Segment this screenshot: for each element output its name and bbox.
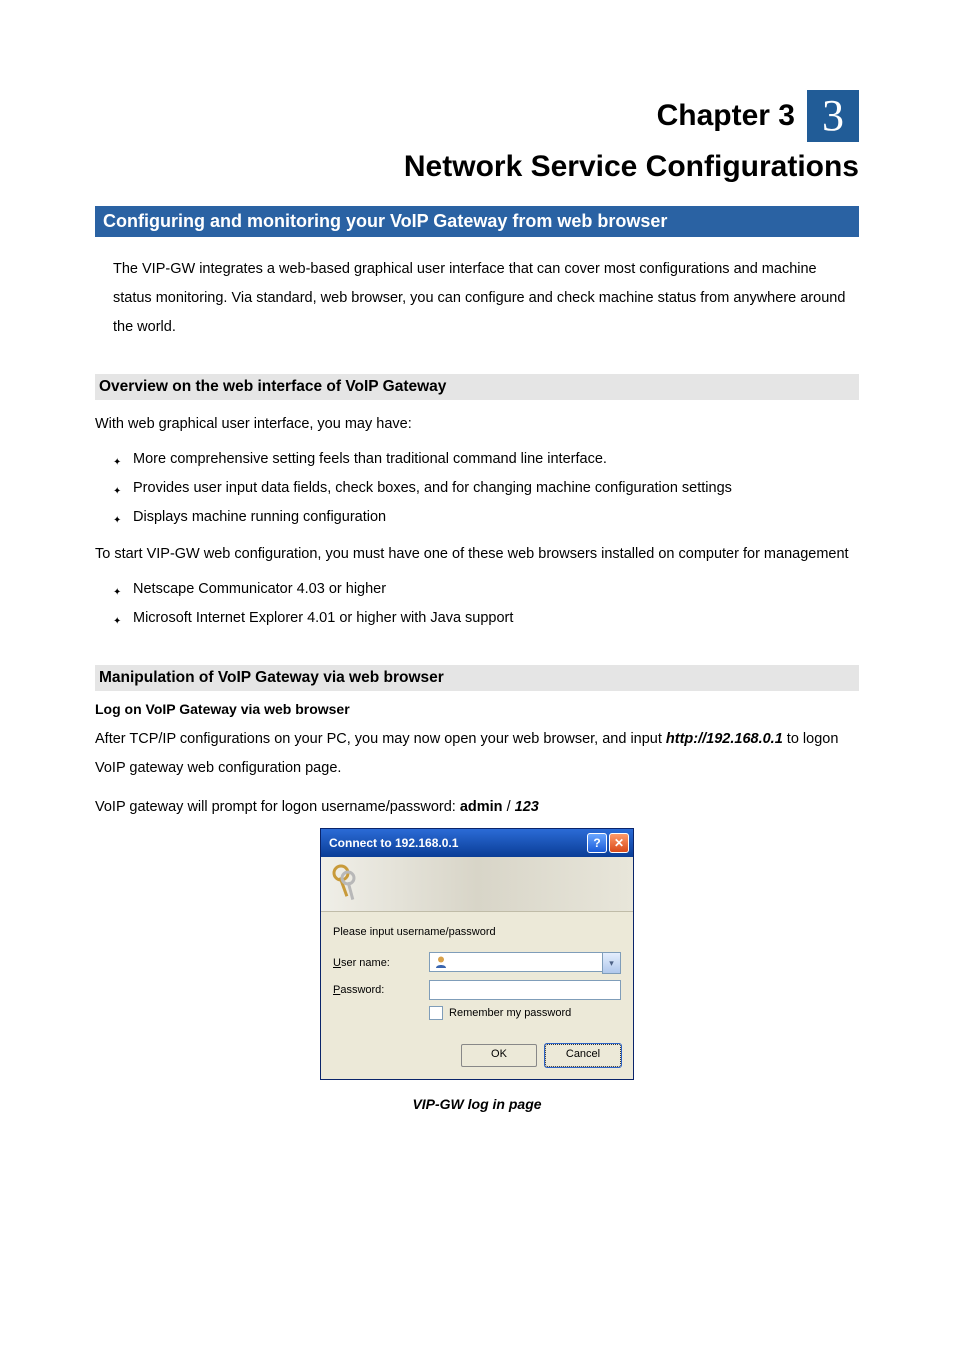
login-dialog-figure: Connect to 192.168.0.1 ? ✕ Please bbox=[95, 828, 859, 1080]
dialog-buttons: OK Cancel bbox=[333, 1044, 621, 1067]
chapter-label: Chapter 3 bbox=[657, 99, 795, 133]
username-input[interactable] bbox=[429, 952, 602, 972]
username-combo[interactable]: ▾ bbox=[429, 952, 621, 974]
default-username: admin bbox=[460, 799, 503, 815]
chevron-down-icon[interactable]: ▾ bbox=[602, 952, 621, 974]
list-item: Provides user input data fields, check b… bbox=[133, 474, 859, 503]
password-row: Password: bbox=[333, 980, 621, 1000]
overview-heading: Overview on the web interface of VoIP Ga… bbox=[95, 374, 859, 400]
figure-caption: VIP-GW log in page bbox=[95, 1096, 859, 1112]
username-row: User name: ▾ bbox=[333, 952, 621, 974]
text: VoIP gateway will prompt for logon usern… bbox=[95, 799, 460, 815]
default-password: 123 bbox=[515, 799, 539, 815]
overview-para2: To start VIP-GW web configuration, you m… bbox=[95, 540, 859, 569]
remember-label: Remember my password bbox=[449, 1007, 571, 1019]
close-icon[interactable]: ✕ bbox=[609, 833, 629, 853]
overview-lead: With web graphical user interface, you m… bbox=[95, 410, 859, 439]
keys-icon bbox=[331, 863, 361, 905]
section-banner: Configuring and monitoring your VoIP Gat… bbox=[95, 206, 859, 237]
text: After TCP/IP configurations on your PC, … bbox=[95, 731, 666, 747]
manipulation-heading: Manipulation of VoIP Gateway via web bro… bbox=[95, 665, 859, 691]
logon-para2: VoIP gateway will prompt for logon usern… bbox=[95, 793, 859, 822]
list-item: Netscape Communicator 4.03 or higher bbox=[133, 575, 859, 604]
ok-button[interactable]: OK bbox=[461, 1044, 537, 1067]
list-item: Displays machine running configuration bbox=[133, 503, 859, 532]
password-label: Password: bbox=[333, 984, 429, 996]
chapter-number-badge: 3 bbox=[807, 90, 859, 142]
page-title: Network Service Configurations bbox=[95, 150, 859, 184]
remember-row[interactable]: Remember my password bbox=[429, 1006, 621, 1020]
logon-para1: After TCP/IP configurations on your PC, … bbox=[95, 725, 859, 783]
logon-subheading: Log on VoIP Gateway via web browser bbox=[95, 701, 859, 717]
dialog-banner bbox=[321, 857, 633, 912]
dialog-prompt: Please input username/password bbox=[333, 926, 621, 938]
chapter-header: Chapter 3 3 bbox=[95, 90, 859, 142]
dialog-titlebar: Connect to 192.168.0.1 ? ✕ bbox=[321, 829, 633, 857]
remember-checkbox[interactable] bbox=[429, 1006, 443, 1020]
dialog-title-text: Connect to 192.168.0.1 bbox=[329, 836, 458, 850]
intro-paragraph: The VIP-GW integrates a web-based graphi… bbox=[95, 255, 859, 342]
list-item: More comprehensive setting feels than tr… bbox=[133, 445, 859, 474]
overview-bullets: More comprehensive setting feels than tr… bbox=[95, 445, 859, 532]
username-label: User name: bbox=[333, 957, 429, 969]
cancel-button[interactable]: Cancel bbox=[545, 1044, 621, 1067]
list-item: Microsoft Internet Explorer 4.01 or high… bbox=[133, 604, 859, 633]
browser-list: Netscape Communicator 4.03 or higher Mic… bbox=[95, 575, 859, 633]
help-icon[interactable]: ? bbox=[587, 833, 607, 853]
text: / bbox=[503, 799, 515, 815]
dialog-body: Please input username/password User name… bbox=[321, 912, 633, 1079]
logon-url: http://192.168.0.1 bbox=[666, 731, 783, 747]
password-input[interactable] bbox=[429, 980, 621, 1000]
user-icon bbox=[434, 955, 448, 969]
document-page: Chapter 3 3 Network Service Configuratio… bbox=[0, 0, 954, 1350]
login-dialog: Connect to 192.168.0.1 ? ✕ Please bbox=[320, 828, 634, 1080]
